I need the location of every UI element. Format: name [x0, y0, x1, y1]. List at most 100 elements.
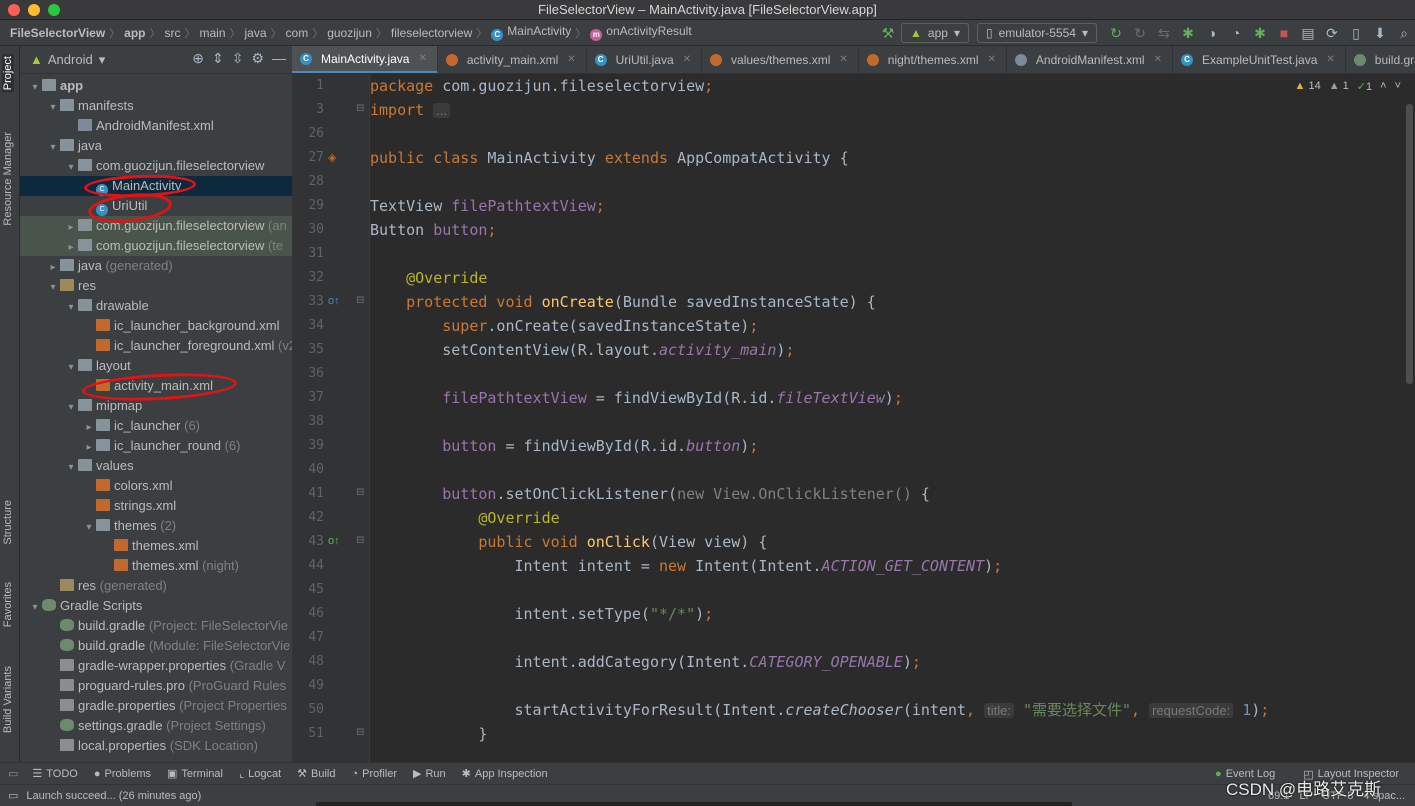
- coverage-icon[interactable]: ◑: [1201, 22, 1223, 44]
- build-variants-tool-tab[interactable]: Build Variants: [2, 666, 14, 733]
- breadcrumb-class[interactable]: C MainActivity: [487, 24, 575, 41]
- status-toggle-icon[interactable]: ▭: [8, 789, 18, 802]
- line-number[interactable]: 47: [292, 626, 324, 650]
- tree-item-ic-launcher-round[interactable]: ▸ ic_launcher_round (6): [20, 436, 292, 456]
- hide-icon[interactable]: —: [272, 50, 286, 67]
- close-tab-icon[interactable]: ✕: [1326, 46, 1334, 73]
- line-number[interactable]: 37: [292, 386, 324, 410]
- code-line[interactable]: TextView filePathtextView;: [370, 194, 605, 218]
- override-gutter-icon[interactable]: o↑: [328, 295, 340, 307]
- tree-item-build-gradle[interactable]: build.gradle (Project: FileSelectorVie: [20, 616, 292, 636]
- line-number[interactable]: 28: [292, 170, 324, 194]
- chevron-down-icon[interactable]: ▾: [64, 298, 78, 316]
- line-number[interactable]: 29: [292, 194, 324, 218]
- gear-icon[interactable]: ⚙: [251, 50, 264, 67]
- chevron-right-icon[interactable]: ▸: [82, 438, 96, 456]
- locate-icon[interactable]: ⊕: [192, 50, 204, 67]
- code-line[interactable]: filePathtextView = findViewById(R.id.fil…: [370, 386, 903, 410]
- close-tab-icon[interactable]: ✕: [418, 46, 426, 73]
- breadcrumb-project[interactable]: FileSelectorView: [0, 26, 109, 40]
- breadcrumb-main[interactable]: main: [196, 26, 230, 40]
- project-tool-tab[interactable]: Project: [2, 54, 14, 93]
- breadcrumb-package[interactable]: fileselectorview: [387, 26, 476, 40]
- attach-debugger-icon[interactable]: ✱: [1249, 22, 1271, 44]
- line-number[interactable]: 26: [292, 122, 324, 146]
- tab-uriutil-java[interactable]: C UriUtil.java ✕: [587, 46, 703, 73]
- tree-item-settings-gradle[interactable]: settings.gradle (Project Settings): [20, 716, 292, 736]
- tree-item-drawable[interactable]: ▾ drawable: [20, 296, 292, 316]
- profile-icon[interactable]: ◔: [1225, 22, 1247, 44]
- line-number[interactable]: 50: [292, 698, 324, 722]
- line-number[interactable]: 30: [292, 218, 324, 242]
- tree-item-app[interactable]: ▾ app: [20, 76, 292, 96]
- code-line[interactable]: Button button;: [370, 218, 496, 242]
- device-select[interactable]: ▯ emulator-5554 ▾: [976, 23, 1097, 43]
- tab-exampleunittest-java[interactable]: C ExampleUnitTest.java ✕: [1173, 46, 1346, 73]
- tree-item-gradle-scripts[interactable]: ▾ Gradle Scripts: [20, 596, 292, 616]
- code-line[interactable]: setContentView(R.layout.activity_main);: [370, 338, 794, 362]
- tree-item-ic-launcher-background-xml[interactable]: ic_launcher_background.xml: [20, 316, 292, 336]
- chevron-down-icon[interactable]: ▾: [99, 52, 106, 68]
- code-line[interactable]: public class MainActivity extends AppCom…: [370, 146, 849, 170]
- tool-logcat-button[interactable]: ⌞ Logcat: [231, 767, 289, 781]
- scrollbar-thumb[interactable]: [1406, 104, 1413, 384]
- code-line[interactable]: startActivityForResult(Intent.createChoo…: [370, 698, 1269, 722]
- chevron-down-icon[interactable]: ▾: [46, 278, 60, 296]
- tool-problems-button[interactable]: ● Problems: [86, 767, 159, 780]
- tree-item-ic-launcher[interactable]: ▸ ic_launcher (6): [20, 416, 292, 436]
- tree-item-themes[interactable]: ▾ themes (2): [20, 516, 292, 536]
- line-number[interactable]: 43: [292, 530, 324, 554]
- tab-mainactivity-java[interactable]: C MainActivity.java ✕: [292, 46, 438, 73]
- breadcrumb-src[interactable]: src: [161, 26, 185, 40]
- chevron-up-icon[interactable]: ˄: [1380, 80, 1386, 93]
- expand-all-icon[interactable]: ⇕: [212, 50, 224, 67]
- tab-night-themes-xml[interactable]: night/themes.xml ✕: [859, 46, 1007, 73]
- breadcrumb-com[interactable]: com: [282, 26, 313, 40]
- fold-icon[interactable]: ⊟: [356, 487, 364, 498]
- line-number[interactable]: 31: [292, 242, 324, 266]
- tree-item-ic-launcher-foreground-xml[interactable]: ic_launcher_foreground.xml (v2: [20, 336, 292, 356]
- editor-scrollbar[interactable]: [1404, 74, 1415, 762]
- status-message[interactable]: Launch succeed... (26 minutes ago): [26, 790, 201, 802]
- tree-item-res[interactable]: ▾ res: [20, 276, 292, 296]
- line-number[interactable]: 34: [292, 314, 324, 338]
- close-tab-icon[interactable]: ✕: [988, 46, 996, 73]
- tool-app-inspection-button[interactable]: ✱ App Inspection: [454, 767, 556, 781]
- chevron-down-icon[interactable]: ▾: [28, 598, 42, 616]
- close-tab-icon[interactable]: ✕: [567, 46, 575, 73]
- code-line[interactable]: import ...: [370, 98, 451, 122]
- line-number[interactable]: 49: [292, 674, 324, 698]
- tab-activity-main-xml[interactable]: activity_main.xml ✕: [438, 46, 587, 73]
- line-number[interactable]: 40: [292, 458, 324, 482]
- tool-profiler-button[interactable]: ◔ Profiler: [344, 767, 406, 780]
- tool-terminal-button[interactable]: ▣ Terminal: [159, 767, 231, 781]
- tree-item-res[interactable]: res (generated): [20, 576, 292, 596]
- chevron-down-icon[interactable]: ▾: [64, 398, 78, 416]
- minimize-window-icon[interactable]: [28, 4, 40, 16]
- tree-item-com-guozijun-fileselectorview[interactable]: ▸ com.guozijun.fileselectorview (an: [20, 216, 292, 236]
- code-line[interactable]: super.onCreate(savedInstanceState);: [370, 314, 758, 338]
- tree-item-themes-xml[interactable]: themes.xml (night): [20, 556, 292, 576]
- chevron-right-icon[interactable]: ▸: [64, 238, 78, 256]
- code-line[interactable]: button = findViewById(R.id.button);: [370, 434, 758, 458]
- fold-icon[interactable]: ⊟: [356, 295, 364, 306]
- code-line[interactable]: }: [370, 722, 487, 746]
- tree-item-java[interactable]: ▸ java (generated): [20, 256, 292, 276]
- apply-changes-icon[interactable]: ↻: [1129, 22, 1151, 44]
- line-number[interactable]: 27: [292, 146, 324, 170]
- code-line[interactable]: @Override: [370, 266, 487, 290]
- chevron-down-icon[interactable]: ▾: [64, 158, 78, 176]
- code-line[interactable]: @Override: [370, 506, 559, 530]
- breadcrumb-java[interactable]: java: [241, 26, 271, 40]
- tool-run-button[interactable]: ▶ Run: [405, 767, 454, 781]
- tree-item-manifests[interactable]: ▾ manifests: [20, 96, 292, 116]
- panel-toggle-icon[interactable]: ▭: [8, 767, 18, 780]
- line-number[interactable]: 42: [292, 506, 324, 530]
- code-view[interactable]: package com.guozijun.fileselectorview; im…: [370, 74, 1400, 762]
- breadcrumb-module[interactable]: app: [120, 26, 149, 40]
- tree-item-gradle-properties[interactable]: gradle.properties (Project Properties: [20, 696, 292, 716]
- tree-item-com-guozijun-fileselectorview[interactable]: ▸ com.guozijun.fileselectorview (te: [20, 236, 292, 256]
- apply-code-icon[interactable]: ⇆: [1153, 22, 1175, 44]
- run-config-select[interactable]: ▲ app ▾: [901, 23, 969, 43]
- sync-gradle-icon[interactable]: ⟳: [1321, 22, 1343, 44]
